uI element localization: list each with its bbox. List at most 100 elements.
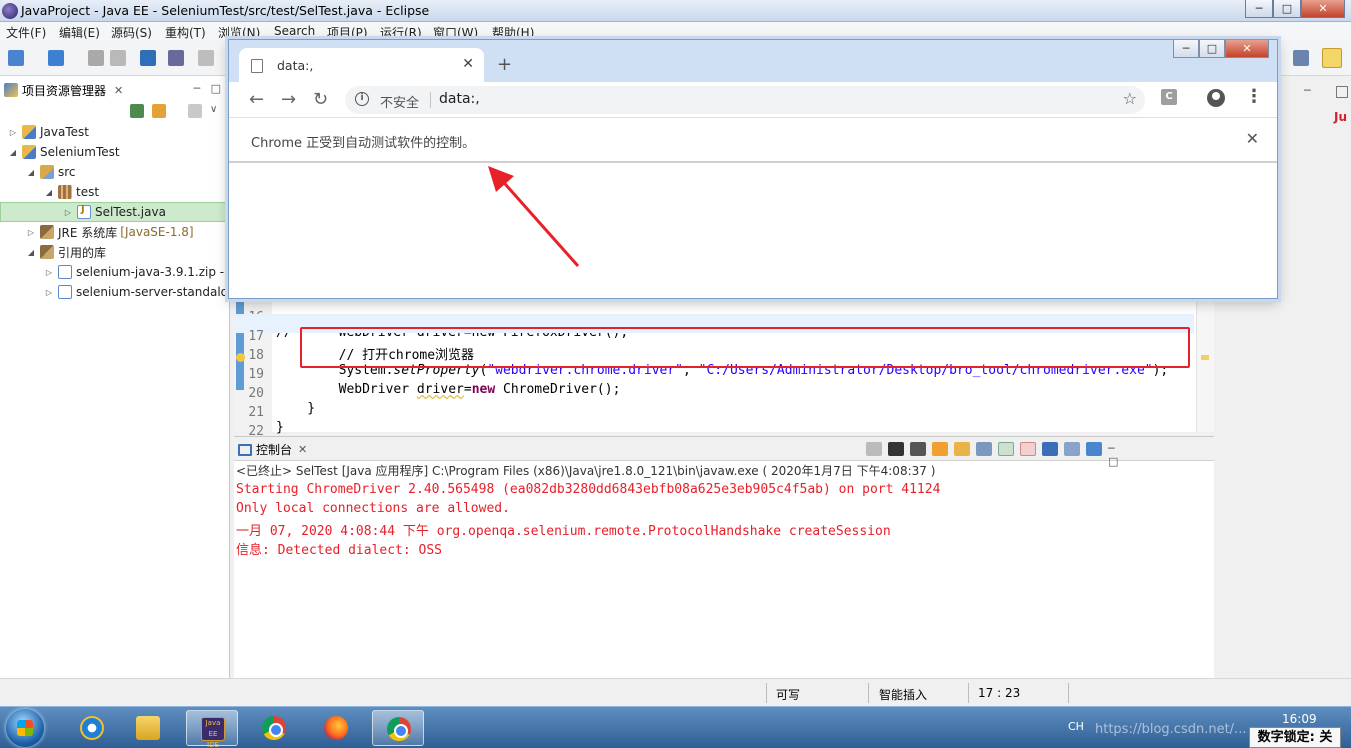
menu-source[interactable]: 源码(S): [111, 24, 152, 41]
tree-item-referenced-libraries[interactable]: ◢ 引用的库: [0, 242, 229, 262]
input-language-indicator[interactable]: CH: [1068, 720, 1084, 733]
resume-icon[interactable]: [198, 50, 214, 66]
taskbar-eclipse[interactable]: Java EE IDE: [186, 710, 238, 748]
maximize-button[interactable]: □: [1273, 0, 1301, 18]
chrome-menu-icon[interactable]: ⋮: [1245, 86, 1263, 107]
view-minmax-icon[interactable]: ─ □: [193, 82, 221, 95]
link-editor-icon[interactable]: [152, 104, 166, 118]
start-button[interactable]: [6, 709, 44, 747]
tree-item-decoration: [JavaSE-1.8]: [120, 225, 194, 239]
code-line[interactable]: 22: [234, 409, 1194, 439]
tree-item-selenium-server[interactable]: ▷ selenium-server-standalo: [0, 282, 229, 302]
chrome-tab[interactable]: data:, ✕: [239, 48, 484, 82]
show-on-stderr-icon[interactable]: [1020, 442, 1036, 456]
close-view-icon[interactable]: ✕: [114, 84, 123, 97]
collapse-arrow-icon[interactable]: ◢: [44, 188, 54, 197]
close-button[interactable]: ✕: [1301, 0, 1345, 18]
overview-marker[interactable]: [1201, 355, 1209, 360]
tree-item-selenium-java-zip[interactable]: ▷ selenium-java-3.9.1.zip -: [0, 262, 229, 282]
junit-icon[interactable]: Ju: [1334, 110, 1347, 124]
taskbar-firefox[interactable]: [310, 710, 362, 746]
menu-edit[interactable]: 编辑(E): [59, 24, 100, 41]
warning-bulb-icon[interactable]: [236, 353, 245, 362]
tree-item-test-package[interactable]: ◢ test: [0, 182, 229, 202]
chrome-close-button[interactable]: ✕: [1225, 40, 1269, 58]
collapse-arrow-icon[interactable]: ◢: [26, 168, 36, 177]
new-package-icon[interactable]: [48, 50, 64, 66]
extension-icon[interactable]: C: [1161, 89, 1177, 105]
taskbar-chrome[interactable]: [248, 710, 300, 746]
chrome-tabstrip: data:, ✕ + ─ □ ✕: [229, 40, 1277, 82]
expand-arrow-icon[interactable]: ▷: [63, 208, 73, 217]
pin-console-icon[interactable]: [1042, 442, 1058, 456]
code-line[interactable]: 21 }: [234, 390, 1194, 435]
expand-arrow-icon[interactable]: ▷: [44, 288, 54, 297]
tree-item-label: SelTest.java: [95, 205, 166, 219]
open-console-icon[interactable]: [1086, 442, 1102, 456]
url-text[interactable]: data:,: [439, 91, 480, 107]
expand-arrow-icon[interactable]: ▷: [8, 128, 18, 137]
restore-icon[interactable]: [1336, 86, 1348, 98]
chrome-minimize-button[interactable]: ─: [1173, 40, 1199, 58]
view-minmax-icon[interactable]: ─ □: [1108, 442, 1124, 468]
close-tab-icon[interactable]: ✕: [462, 56, 474, 72]
back-icon[interactable]: ←: [249, 89, 264, 110]
remove-launch-icon[interactable]: [888, 442, 904, 456]
collapse-all-icon[interactable]: [130, 104, 144, 118]
menu-file[interactable]: 文件(F): [6, 24, 46, 41]
java-ee-perspective-icon[interactable]: [1322, 48, 1342, 68]
menu-search[interactable]: Search: [274, 24, 315, 38]
tree-item-jre-library[interactable]: ▷ JRE 系统库 [JavaSE-1.8]: [0, 222, 229, 242]
status-cursor-position: 17 : 23: [978, 686, 1021, 700]
tree-item-seleniumtest[interactable]: ◢ SeleniumTest: [0, 142, 229, 162]
new-icon[interactable]: [8, 50, 24, 66]
clear-console-icon[interactable]: [932, 442, 948, 456]
focus-icon[interactable]: [188, 104, 202, 118]
show-on-stdout-icon[interactable]: [998, 442, 1014, 456]
code-line[interactable]: 20 }: [234, 371, 1194, 416]
omnibox[interactable]: i 不安全 data:, ☆: [345, 86, 1145, 114]
save-icon[interactable]: [88, 50, 104, 66]
perspective-icon[interactable]: [1293, 50, 1309, 66]
expand-arrow-icon[interactable]: ▷: [26, 228, 36, 237]
scroll-lock-icon[interactable]: [954, 442, 970, 456]
status-insert-mode: 智能插入: [879, 688, 928, 702]
project-explorer-tab[interactable]: 项目资源管理器 ✕: [4, 80, 123, 100]
chrome-maximize-button[interactable]: □: [1199, 40, 1225, 58]
annotation-arrow-shaft: [496, 175, 580, 267]
collapse-arrow-icon[interactable]: ◢: [26, 248, 36, 257]
reload-icon[interactable]: ↻: [313, 89, 328, 110]
taskbar-ie[interactable]: [66, 710, 118, 746]
display-console-icon[interactable]: [1064, 442, 1080, 456]
forward-icon[interactable]: →: [281, 89, 296, 110]
view-menu-icon[interactable]: ∨: [210, 104, 224, 118]
tree-item-javatest[interactable]: ▷ JavaTest: [0, 122, 229, 142]
taskbar-explorer[interactable]: [122, 710, 174, 746]
collapse-arrow-icon[interactable]: ◢: [8, 148, 18, 157]
new-tab-button[interactable]: +: [497, 54, 512, 75]
skip-breakpoints-icon[interactable]: [168, 50, 184, 66]
page-content[interactable]: [229, 165, 1277, 298]
bookmark-star-icon[interactable]: ☆: [1123, 89, 1137, 108]
infobar-close-icon[interactable]: ✕: [1246, 129, 1259, 148]
console-tab[interactable]: 控制台 ✕: [238, 441, 307, 458]
expand-arrow-icon[interactable]: ▷: [44, 268, 54, 277]
console-icon[interactable]: [140, 50, 156, 66]
close-view-icon[interactable]: ✕: [298, 443, 307, 456]
minimize-button[interactable]: ─: [1245, 0, 1273, 18]
security-chip[interactable]: 不安全: [380, 92, 419, 111]
view-minmax-icon[interactable]: ─: [1304, 84, 1311, 97]
word-wrap-icon[interactable]: [976, 442, 992, 456]
clock[interactable]: 16:09: [1282, 712, 1317, 726]
chrome-tab-title: data:,: [277, 58, 314, 73]
tree-item-src[interactable]: ◢ src: [0, 162, 229, 182]
remove-all-icon[interactable]: [910, 442, 926, 456]
chrome-window: data:, ✕ + ─ □ ✕ ← → ↻ i 不安全 data:, ☆ C …: [228, 39, 1278, 299]
taskbar-chrome-active[interactable]: [372, 710, 424, 746]
tree-item-seltest-java[interactable]: ▷ SelTest.java: [0, 202, 229, 222]
account-avatar-icon[interactable]: [1207, 89, 1225, 107]
menu-refactor[interactable]: 重构(T): [165, 24, 206, 41]
info-icon[interactable]: i: [355, 92, 369, 106]
terminate-icon[interactable]: [866, 442, 882, 456]
save-all-icon[interactable]: [110, 50, 126, 66]
